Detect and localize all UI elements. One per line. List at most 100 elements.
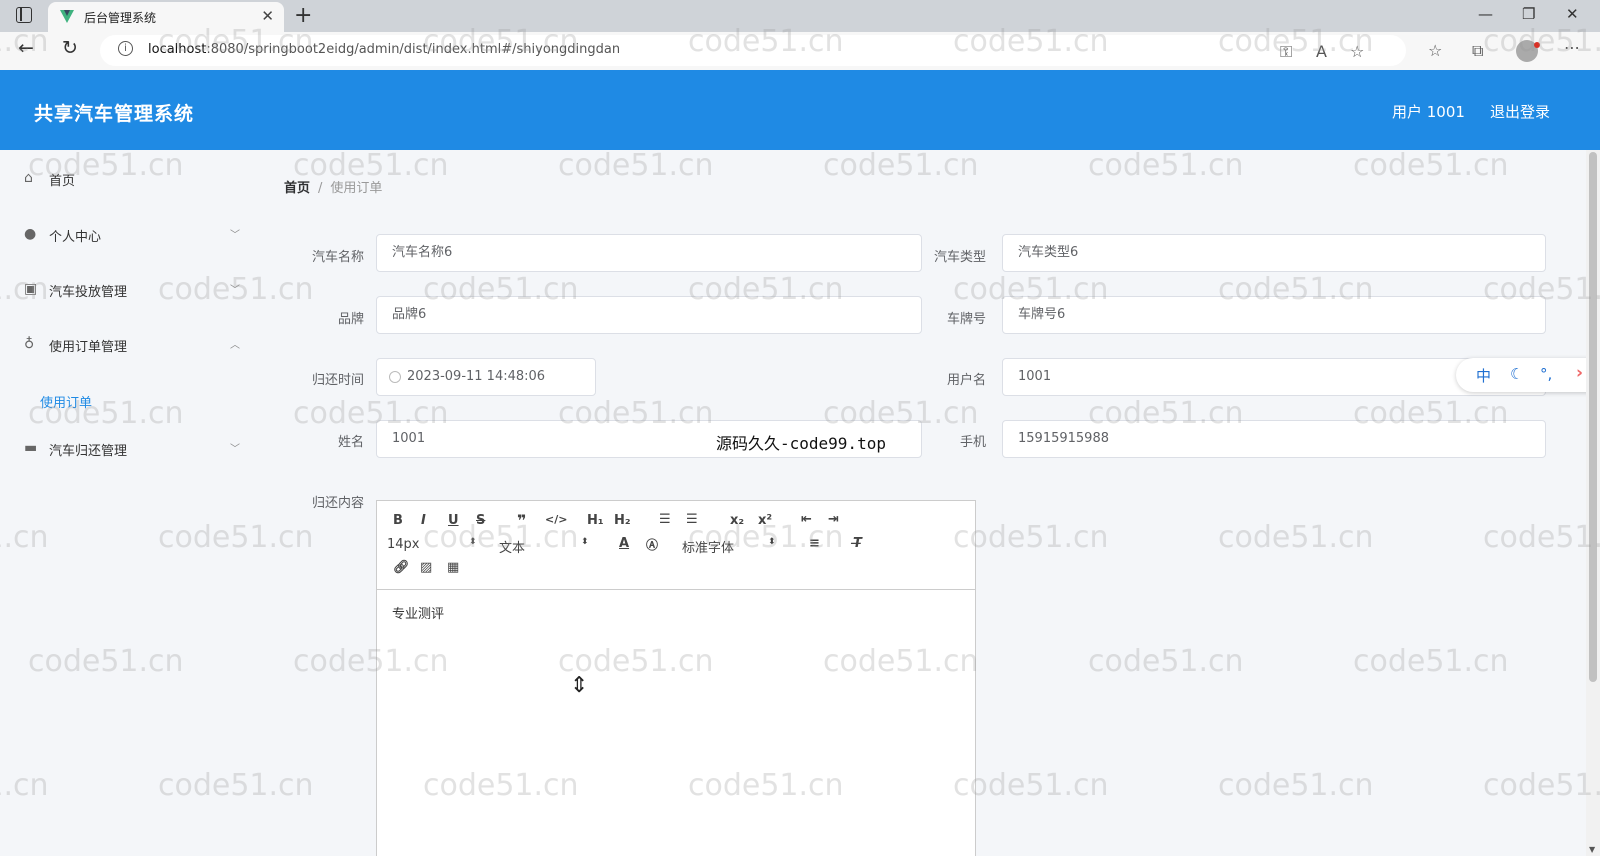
ime-toolbar[interactable]: 中 ☾ °, › [1456, 358, 1600, 392]
brand-label: 品牌 [337, 312, 364, 327]
watermark-text: code51.cn [1088, 148, 1244, 183]
watermark-text: code51.cn [1353, 644, 1509, 679]
video-icon[interactable]: ▦ [447, 560, 459, 575]
strikethrough-icon[interactable]: S [476, 513, 485, 528]
chevron-down-icon: ﹀ [230, 444, 240, 455]
underline-icon[interactable]: U [448, 513, 459, 528]
clipboard-icon: ▣ [24, 281, 38, 297]
watermark-text: code51.cn [953, 520, 1109, 555]
sidebar-item-car-deploy[interactable]: ▣ 汽车投放管理 ﹀ [0, 269, 258, 309]
font-family-select[interactable]: 标准字体 ⬍ [682, 537, 777, 556]
tab-close-icon[interactable]: ✕ [261, 7, 274, 25]
sidebar-item-label: 首页 [49, 174, 76, 189]
chevron-down-icon: ﹀ [230, 230, 240, 241]
logout-link[interactable]: 退出登录 [1490, 101, 1550, 122]
chevron-right-icon[interactable]: › [1576, 363, 1583, 383]
sidebar-item-label: 汽车归还管理 [49, 444, 128, 459]
scroll-thumb[interactable] [1589, 152, 1597, 682]
heading1-icon[interactable]: H₁ [587, 513, 604, 528]
plate-label: 车牌号 [946, 312, 986, 327]
car-name-label: 汽车名称 [311, 250, 364, 265]
blockquote-icon[interactable]: ❞ [517, 511, 526, 530]
scroll-down-icon[interactable]: ▼ [1589, 845, 1595, 854]
watermark-text: code51.cn [1483, 520, 1600, 555]
key-icon[interactable]: ⚿ [1280, 42, 1292, 62]
punctuation-icon[interactable]: °, [1540, 365, 1552, 383]
user-icon: ● [24, 226, 37, 242]
chevron-up-icon: ︿ [230, 340, 240, 351]
background-color-icon[interactable]: Ⓐ [646, 536, 658, 553]
sidebar-subitem-usage-orders[interactable]: 使用订单 [40, 392, 92, 411]
editor-toolbar: B I U S ❞ </> H₁ H₂ ☰ ☰ x₂ x² ⇤ ⇥ 14px ⬍ … [377, 501, 975, 590]
refresh-icon[interactable]: ↻ [62, 37, 78, 59]
return-time-picker[interactable]: 2023-09-11 14:48:06 [376, 358, 596, 396]
browser-tab-bar: 后台管理系统 ✕ + — ❐ ✕ [0, 0, 1600, 32]
select-caret-icon: ⬍ [581, 537, 589, 547]
minimize-icon[interactable]: — [1478, 5, 1493, 23]
ime-language-toggle[interactable]: 中 [1476, 365, 1491, 386]
sidebar-item-label: 个人中心 [49, 230, 102, 245]
sidebar-item-profile[interactable]: ● 个人中心 ﹀ [0, 214, 258, 254]
more-icon[interactable]: ⋯ [1564, 38, 1580, 57]
url-text: localhost:8080/springboot2eidg/admin/dis… [148, 42, 621, 57]
phone-input[interactable]: 15915915988 [1002, 420, 1546, 458]
sidebar-item-car-return[interactable]: ▬ 汽车归还管理 ﹀ [0, 428, 258, 468]
image-icon[interactable]: ▨ [420, 560, 432, 575]
page-scrollbar[interactable]: ▼ [1586, 150, 1600, 856]
clock-icon [389, 371, 401, 383]
select-caret-icon: ⬍ [469, 537, 477, 547]
heading-select[interactable]: 文本 ⬍ [499, 537, 589, 556]
info-icon[interactable]: i [118, 41, 133, 56]
sidebar-item-label: 汽车投放管理 [49, 285, 128, 300]
username-label: 用户名 [946, 373, 986, 388]
read-aloud-icon[interactable]: A [1316, 42, 1327, 61]
heading2-icon[interactable]: H₂ [614, 513, 631, 528]
outdent-icon[interactable]: ⇤ [801, 512, 812, 527]
moon-icon[interactable]: ☾ [1510, 365, 1523, 383]
sidebar-item-label: 使用订单管理 [49, 340, 128, 355]
tab-actions-icon[interactable] [16, 7, 32, 23]
microphone-icon: ♁ [24, 336, 35, 352]
car-name-input[interactable]: 汽车名称6 [376, 234, 922, 272]
back-icon[interactable]: ← [18, 37, 34, 59]
font-color-icon[interactable]: A [619, 536, 629, 551]
sidebar-item-home[interactable]: ⌂ 首页 [0, 158, 258, 198]
subscript-icon[interactable]: x₂ [730, 513, 744, 528]
font-size-select[interactable]: 14px ⬍ [387, 537, 477, 552]
browser-tab[interactable]: 后台管理系统 ✕ [48, 2, 284, 32]
code-block-icon[interactable]: </> [545, 513, 567, 526]
bold-icon[interactable]: B [393, 513, 403, 528]
ordered-list-icon[interactable]: ☰ [659, 512, 671, 527]
favorites-icon[interactable]: ☆ [1428, 41, 1442, 60]
rich-text-editor[interactable]: B I U S ❞ </> H₁ H₂ ☰ ☰ x₂ x² ⇤ ⇥ 14px ⬍ … [376, 500, 976, 856]
url-field[interactable]: i localhost:8080/springboot2eidg/admin/d… [100, 35, 1406, 66]
brand-input[interactable]: 品牌6 [376, 296, 922, 334]
superscript-icon[interactable]: x² [758, 513, 772, 528]
promo-overlay-text: 源码久久-code99.top [716, 434, 886, 453]
breadcrumb-home[interactable]: 首页 [284, 181, 310, 196]
plate-input[interactable]: 车牌号6 [1002, 296, 1546, 334]
add-favorite-icon[interactable]: ☆ [1350, 42, 1364, 61]
watermark-text: code51.cn [953, 768, 1109, 803]
sidebar-item-orders[interactable]: ♁ 使用订单管理 ︿ [0, 324, 258, 364]
indent-icon[interactable]: ⇥ [828, 512, 839, 527]
italic-icon[interactable]: I [421, 513, 426, 528]
link-icon[interactable]: 🔗︎ [393, 560, 410, 575]
car-type-input[interactable]: 汽车类型6 [1002, 234, 1546, 272]
new-tab-icon[interactable]: + [294, 3, 312, 28]
collections-icon[interactable]: ⧉ [1472, 41, 1483, 61]
car-type-label: 汽车类型 [933, 250, 986, 265]
watermark-text: code51.cn [1218, 520, 1374, 555]
restore-icon[interactable]: ❐ [1522, 5, 1535, 23]
align-icon[interactable]: ≡ [809, 536, 820, 551]
close-window-icon[interactable]: ✕ [1566, 5, 1579, 23]
editor-content[interactable]: 专业测评 [392, 603, 444, 622]
bullet-list-icon[interactable]: ☰ [686, 512, 698, 527]
content-label: 归还内容 [311, 496, 364, 511]
select-caret-icon: ⬍ [768, 537, 776, 547]
return-time-label: 归还时间 [311, 373, 364, 388]
breadcrumb: 首页 / 使用订单 [284, 177, 382, 196]
return-time-value: 2023-09-11 14:48:06 [407, 369, 546, 384]
clear-format-icon[interactable]: T̶ [853, 536, 862, 551]
watermark-text: code51.cn [1088, 644, 1244, 679]
